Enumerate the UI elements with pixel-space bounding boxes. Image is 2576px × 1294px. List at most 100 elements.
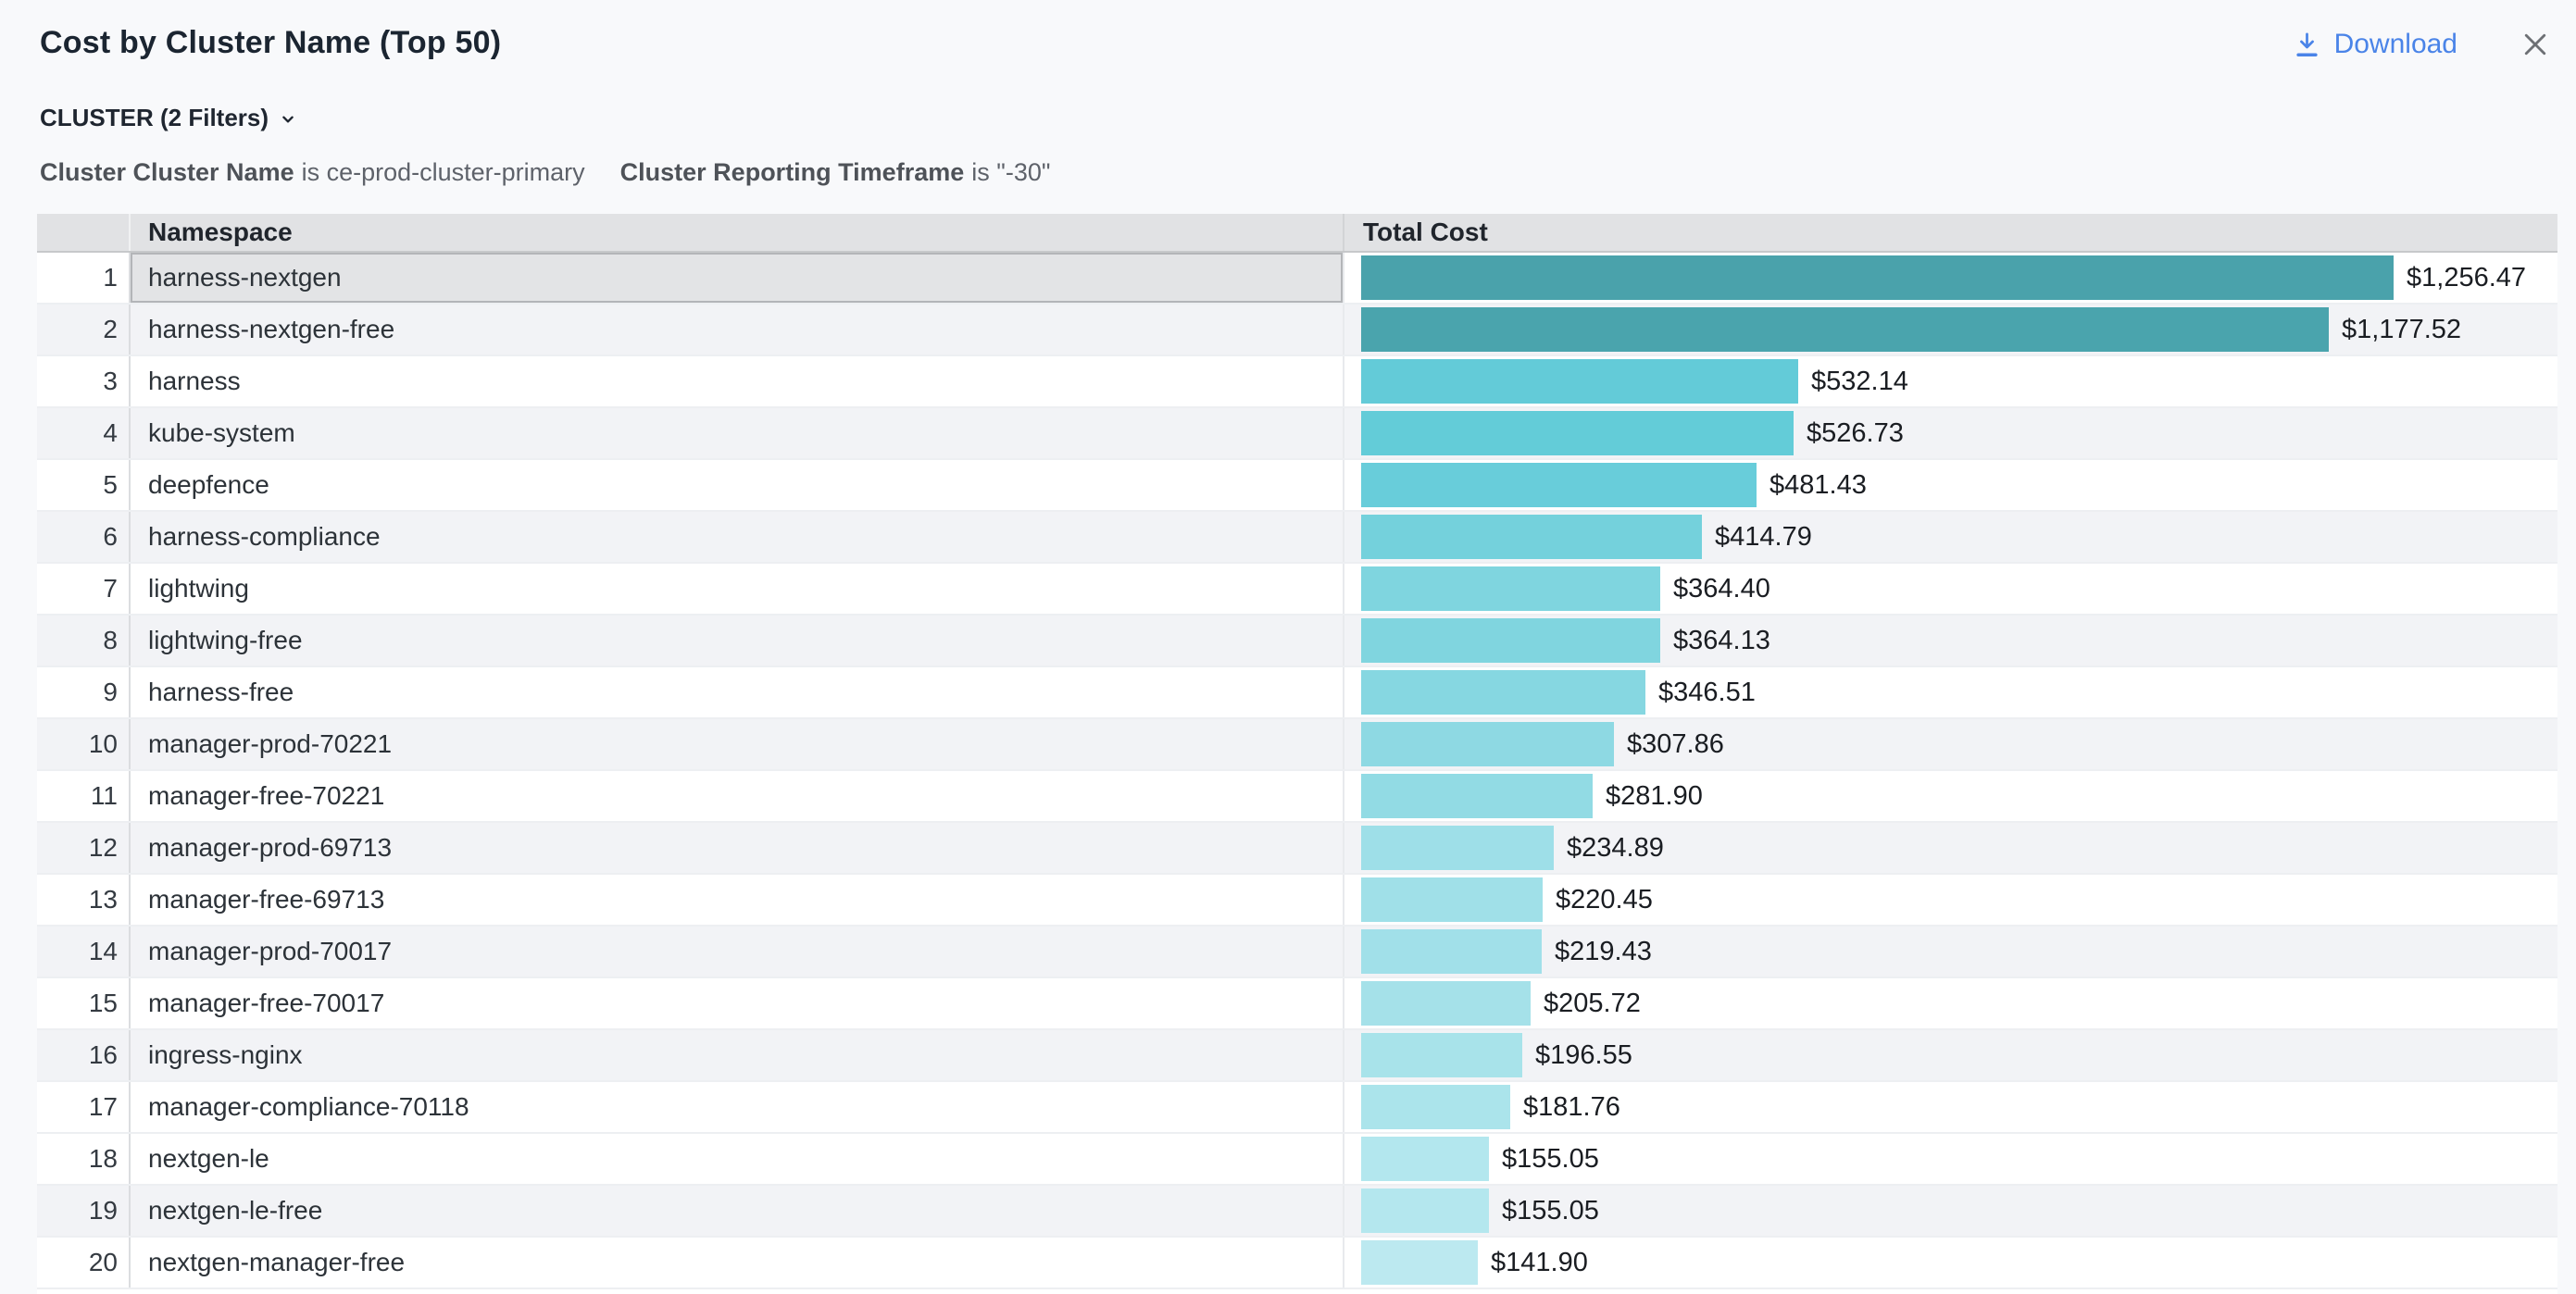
table-row[interactable]: 20 nextgen-manager-free $141.90 <box>37 1238 2557 1289</box>
cost-value-label: $364.40 <box>1673 574 1770 604</box>
cost-bar <box>1361 1188 1489 1233</box>
namespace-cell[interactable]: harness-nextgen-free <box>131 305 1344 355</box>
row-rank: 19 <box>37 1186 131 1236</box>
criterion-condition: is ce-prod-cluster-primary <box>302 158 585 186</box>
total-cost-cell: $364.13 <box>1344 616 2557 666</box>
namespace-cell[interactable]: manager-prod-69713 <box>131 823 1344 873</box>
table-row[interactable]: 13 manager-free-69713 $220.45 <box>37 875 2557 927</box>
namespace-cell[interactable]: manager-free-70221 <box>131 771 1344 821</box>
column-header-namespace[interactable]: Namespace <box>131 214 1344 251</box>
table-row[interactable]: 8 lightwing-free $364.13 <box>37 616 2557 667</box>
row-rank: 9 <box>37 667 131 717</box>
namespace-cell[interactable]: manager-free-70017 <box>131 978 1344 1028</box>
column-header-total-cost[interactable]: Total Cost <box>1344 214 2557 251</box>
table-header-row: Namespace Total Cost <box>37 214 2557 253</box>
filter-criterion-timeframe: Cluster Reporting Timeframeis "-30" <box>620 158 1051 187</box>
total-cost-cell: $526.73 <box>1344 408 2557 458</box>
namespace-cell[interactable]: ingress-nginx <box>131 1030 1344 1080</box>
table-row[interactable]: 3 harness $532.14 <box>37 356 2557 408</box>
cost-value-label: $481.43 <box>1769 470 1867 501</box>
filter-toggle[interactable]: CLUSTER (2 Filters) <box>40 104 298 132</box>
total-cost-cell: $219.43 <box>1344 927 2557 977</box>
table-row[interactable]: 1 harness-nextgen $1,256.47 <box>37 253 2557 305</box>
total-cost-cell: $1,256.47 <box>1344 253 2557 303</box>
total-cost-cell: $155.05 <box>1344 1134 2557 1184</box>
table-row[interactable]: 12 manager-prod-69713 $234.89 <box>37 823 2557 875</box>
table-row[interactable]: 2 harness-nextgen-free $1,177.52 <box>37 305 2557 356</box>
table-row[interactable]: 17 manager-compliance-70118 $181.76 <box>37 1082 2557 1134</box>
namespace-cell[interactable]: manager-free-69713 <box>131 875 1344 925</box>
table-row[interactable]: 9 harness-free $346.51 <box>37 667 2557 719</box>
namespace-cell[interactable]: harness-nextgen <box>131 253 1344 303</box>
cost-value-label: $281.90 <box>1606 781 1703 812</box>
total-cost-cell: $205.72 <box>1344 978 2557 1028</box>
cost-bar <box>1361 618 1660 663</box>
panel-actions: Download <box>2292 28 2552 61</box>
total-cost-cell: $155.05 <box>1344 1186 2557 1236</box>
filter-criteria: Cluster Cluster Name is ce-prod-cluster-p… <box>40 158 1050 187</box>
cost-value-label: $364.13 <box>1673 626 1770 656</box>
column-header-rank <box>37 214 131 251</box>
cost-value-label: $307.86 <box>1627 729 1724 760</box>
namespace-cell[interactable]: nextgen-le-free <box>131 1186 1344 1236</box>
download-icon <box>2292 30 2322 60</box>
close-button[interactable] <box>2519 28 2552 61</box>
table-row[interactable]: 11 manager-free-70221 $281.90 <box>37 771 2557 823</box>
table-row[interactable]: 4 kube-system $526.73 <box>37 408 2557 460</box>
table-row[interactable]: 7 lightwing $364.40 <box>37 564 2557 616</box>
row-rank: 4 <box>37 408 131 458</box>
filter-criterion-cluster-name: Cluster Cluster Name is ce-prod-cluster-p… <box>40 158 585 187</box>
cost-value-label: $414.79 <box>1715 522 1812 553</box>
page-title: Cost by Cluster Name (Top 50) <box>40 25 501 61</box>
table-row[interactable]: 16 ingress-nginx $196.55 <box>37 1030 2557 1082</box>
cost-bar <box>1361 255 2394 300</box>
chevron-down-icon <box>278 109 298 130</box>
namespace-cell[interactable]: harness <box>131 356 1344 406</box>
total-cost-cell: $234.89 <box>1344 823 2557 873</box>
row-rank: 8 <box>37 616 131 666</box>
row-rank: 2 <box>37 305 131 355</box>
table-row[interactable]: 19 nextgen-le-free $155.05 <box>37 1186 2557 1238</box>
cost-value-label: $219.43 <box>1555 937 1652 967</box>
table-row[interactable]: 14 manager-prod-70017 $219.43 <box>37 927 2557 978</box>
table-row[interactable]: 18 nextgen-le $155.05 <box>37 1134 2557 1186</box>
namespace-cell[interactable]: harness-compliance <box>131 512 1344 562</box>
cost-bar <box>1361 1085 1510 1129</box>
criterion-name: Cluster Cluster Name <box>40 158 294 186</box>
cost-bar <box>1361 515 1702 559</box>
cost-value-label: $1,177.52 <box>2342 315 2461 345</box>
download-button[interactable]: Download <box>2292 29 2457 60</box>
download-label: Download <box>2334 29 2457 60</box>
total-cost-cell: $364.40 <box>1344 564 2557 614</box>
table-row[interactable]: 15 manager-free-70017 $205.72 <box>37 978 2557 1030</box>
row-rank: 12 <box>37 823 131 873</box>
cost-table: Namespace Total Cost 1 harness-nextgen $… <box>37 214 2557 1294</box>
total-cost-cell: $532.14 <box>1344 356 2557 406</box>
namespace-cell[interactable]: manager-prod-70017 <box>131 927 1344 977</box>
cost-value-label: $234.89 <box>1567 833 1664 864</box>
table-row[interactable]: 5 deepfence $481.43 <box>37 460 2557 512</box>
cost-value-label: $526.73 <box>1807 418 1904 449</box>
namespace-cell[interactable]: lightwing <box>131 564 1344 614</box>
namespace-cell[interactable]: deepfence <box>131 460 1344 510</box>
namespace-cell[interactable]: manager-compliance-70118 <box>131 1082 1344 1132</box>
cost-bar <box>1361 1137 1489 1181</box>
row-rank: 5 <box>37 460 131 510</box>
namespace-cell[interactable]: kube-system <box>131 408 1344 458</box>
criterion-condition: is "-30" <box>971 158 1050 186</box>
cost-value-label: $155.05 <box>1502 1144 1599 1175</box>
row-rank: 11 <box>37 771 131 821</box>
cost-value-label: $196.55 <box>1535 1040 1632 1071</box>
namespace-cell[interactable]: nextgen-le <box>131 1134 1344 1184</box>
namespace-cell[interactable]: nextgen-manager-free <box>131 1238 1344 1288</box>
namespace-cell[interactable]: lightwing-free <box>131 616 1344 666</box>
row-rank: 18 <box>37 1134 131 1184</box>
row-rank: 15 <box>37 978 131 1028</box>
namespace-cell[interactable]: harness-free <box>131 667 1344 717</box>
total-cost-cell: $220.45 <box>1344 875 2557 925</box>
close-icon <box>2519 28 2552 61</box>
table-row[interactable]: 10 manager-prod-70221 $307.86 <box>37 719 2557 771</box>
table-row[interactable]: 6 harness-compliance $414.79 <box>37 512 2557 564</box>
namespace-cell[interactable]: manager-prod-70221 <box>131 719 1344 769</box>
row-rank: 3 <box>37 356 131 406</box>
